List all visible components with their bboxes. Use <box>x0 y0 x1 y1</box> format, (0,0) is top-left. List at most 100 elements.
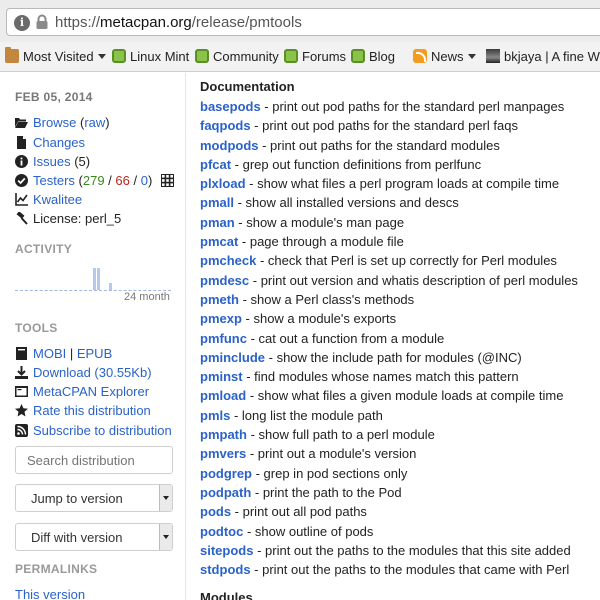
terminal-icon <box>15 386 28 397</box>
jump-to-version-select[interactable]: Jump to version <box>15 484 173 512</box>
mint-icon <box>284 49 298 63</box>
doc-description: - print out the paths to the modules tha… <box>253 542 571 558</box>
bookmark-linux-mint[interactable]: Linux Mint <box>112 49 189 67</box>
subscribe-link[interactable]: Subscribe to distribution <box>33 423 172 438</box>
mint-icon <box>351 49 365 63</box>
doc-link[interactable]: podpath <box>200 485 251 500</box>
doc-description: - grep in pod sections only <box>252 465 408 481</box>
doc-link[interactable]: basepods <box>200 99 261 114</box>
this-version-link[interactable]: This version <box>15 587 85 600</box>
modules-heading: Modules <box>200 590 253 600</box>
doc-link[interactable]: pmcheck <box>200 253 256 268</box>
doc-item: pmls - long list the module path <box>200 406 600 425</box>
download-icon <box>15 366 28 379</box>
bookmark-blog[interactable]: Blog <box>351 49 395 67</box>
doc-item: pmload - show what files a given module … <box>200 386 600 405</box>
bookmark-community[interactable]: Community <box>195 49 279 67</box>
testers-pass-count[interactable]: 279 <box>83 173 105 188</box>
dropdown-arrow-icon[interactable] <box>159 485 172 511</box>
url-text[interactable]: https://metacpan.org/release/pmtools <box>55 14 302 31</box>
doc-link[interactable]: plxload <box>200 176 246 191</box>
star-icon <box>15 404 28 417</box>
doc-item: pmall - show all installed versions and … <box>200 193 600 212</box>
testers-link[interactable]: Testers <box>33 173 75 188</box>
doc-item: modpods - print out paths for the standa… <box>200 136 600 155</box>
kwalitee-link[interactable]: Kwalitee <box>33 192 82 207</box>
testers-fail-count[interactable]: 66 <box>115 173 129 188</box>
doc-item: sitepods - print out the paths to the mo… <box>200 541 600 560</box>
sidebar-item-rate: Rate this distribution <box>15 403 151 421</box>
changes-link[interactable]: Changes <box>33 135 85 150</box>
dropdown-arrow-icon[interactable] <box>159 524 172 550</box>
doc-link[interactable]: pmeth <box>200 292 239 307</box>
doc-link[interactable]: modpods <box>200 138 259 153</box>
bookmark-bkjaya[interactable]: bkjaya | A fine Wo <box>486 49 600 67</box>
documentation-heading: Documentation <box>200 79 295 94</box>
address-field[interactable]: https://metacpan.org/release/pmtools <box>6 8 600 36</box>
testers-na-count[interactable]: 0 <box>141 173 148 188</box>
doc-description: - show a Perl class's methods <box>239 291 415 307</box>
download-link[interactable]: Download (30.55Kb) <box>33 365 152 380</box>
doc-link[interactable]: podgrep <box>200 466 252 481</box>
issues-link[interactable]: Issues <box>33 154 71 169</box>
doc-link[interactable]: pmfunc <box>200 331 247 346</box>
raw-link[interactable]: raw <box>84 115 105 130</box>
doc-description: - find modules whose names match this pa… <box>242 369 519 385</box>
doc-link[interactable]: pmall <box>200 195 234 210</box>
doc-link[interactable]: pmls <box>200 408 230 423</box>
mobi-link[interactable]: MOBI <box>33 346 66 361</box>
doc-link[interactable]: pminclude <box>200 350 265 365</box>
search-distribution-input[interactable] <box>15 446 173 474</box>
release-date: FEB 05, 2014 <box>15 90 93 104</box>
doc-link[interactable]: pmexp <box>200 311 242 326</box>
doc-item: pmeth - show a Perl class's methods <box>200 290 600 309</box>
doc-description: - show a module's exports <box>241 311 397 327</box>
doc-item: podgrep - grep in pod sections only <box>200 464 600 483</box>
site-info-icon[interactable] <box>14 15 30 31</box>
doc-link[interactable]: pmcat <box>200 234 238 249</box>
doc-link[interactable]: pminst <box>200 369 243 384</box>
doc-item: pmcat - page through a module file <box>200 232 600 251</box>
epub-link[interactable]: EPUB <box>77 346 112 361</box>
doc-link[interactable]: pmdesc <box>200 273 249 288</box>
tools-title: TOOLS <box>15 321 58 335</box>
rate-link[interactable]: Rate this distribution <box>33 403 151 418</box>
browse-link[interactable]: Browse <box>33 115 76 130</box>
line-chart-icon <box>15 193 28 206</box>
bookmark-most-visited[interactable]: Most Visited <box>5 47 106 67</box>
doc-link[interactable]: pman <box>200 215 235 230</box>
doc-link[interactable]: pmload <box>200 388 246 403</box>
doc-description: - print out the paths to the modules tha… <box>250 562 570 578</box>
lock-icon[interactable] <box>35 14 49 30</box>
doc-link[interactable]: sitepods <box>200 543 253 558</box>
doc-item: pminclude - show the include path for mo… <box>200 348 600 367</box>
doc-description: - print out pod paths for the standard p… <box>250 118 518 134</box>
doc-item: stdpods - print out the paths to the mod… <box>200 560 600 579</box>
activity-bar <box>93 268 97 290</box>
matrix-grid-icon[interactable] <box>160 174 174 187</box>
sidebar-item-explorer: MetaCPAN Explorer <box>15 384 149 402</box>
doc-link[interactable]: stdpods <box>200 562 251 577</box>
sidebar: FEB 05, 2014 Browse (raw) Changes Issues… <box>0 73 185 600</box>
sidebar-item-testers: Testers (279 / 66 / 0) <box>15 173 174 191</box>
doc-link[interactable]: pods <box>200 504 231 519</box>
doc-link[interactable]: pmpath <box>200 427 247 442</box>
doc-link[interactable]: faqpods <box>200 118 251 133</box>
documentation-list: basepods - print out pod paths for the s… <box>200 97 600 579</box>
bookmark-forums[interactable]: Forums <box>284 49 346 67</box>
activity-range-label: 24 month <box>124 291 170 303</box>
bookmark-news[interactable]: News <box>413 49 476 67</box>
sidebar-item-browse: Browse (raw) <box>15 115 110 133</box>
doc-item: pmpath - show full path to a perl module <box>200 425 600 444</box>
doc-link[interactable]: pmvers <box>200 446 246 461</box>
doc-description: - grep out function definitions from per… <box>231 156 482 172</box>
explorer-link[interactable]: MetaCPAN Explorer <box>33 384 149 399</box>
doc-description: - long list the module path <box>230 407 383 423</box>
doc-description: - show the include path for modules (@IN… <box>265 349 522 365</box>
doc-link[interactable]: podtoc <box>200 524 243 539</box>
doc-link[interactable]: pfcat <box>200 157 231 172</box>
page-image-icon <box>486 49 500 63</box>
diff-with-version-select[interactable]: Diff with version <box>15 523 173 551</box>
url-bar: https://metacpan.org/release/pmtools <box>0 0 600 42</box>
doc-item: faqpods - print out pod paths for the st… <box>200 116 600 135</box>
